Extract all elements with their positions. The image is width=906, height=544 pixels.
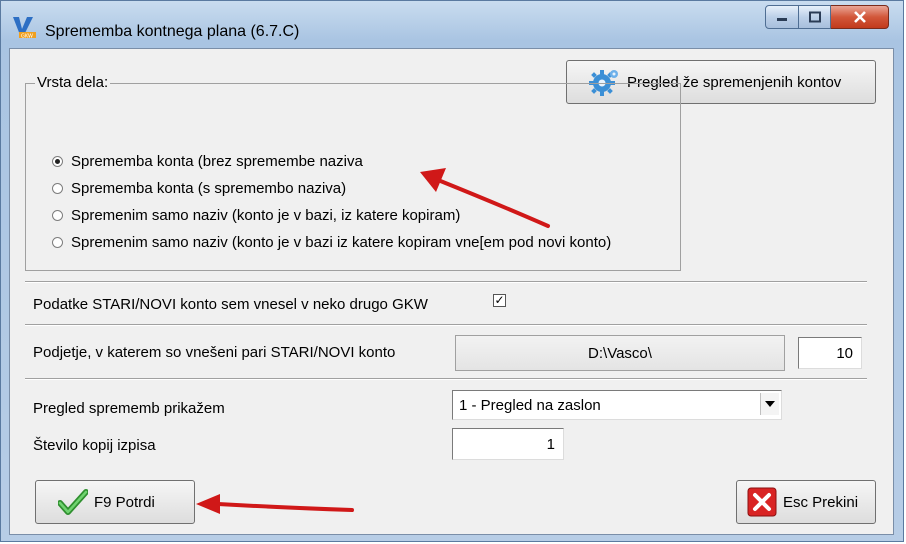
review-display-value: 1 - Pregled na zaslon	[459, 396, 601, 414]
window-title: Sprememba kontnega plana (6.7.C)	[45, 23, 300, 40]
close-button[interactable]	[831, 5, 889, 29]
radio-button-2[interactable]	[52, 183, 63, 194]
cancel-button[interactable]: Esc Prekini	[736, 480, 876, 524]
separator-3	[25, 378, 867, 380]
separator-1	[25, 281, 867, 283]
minimize-button[interactable]	[765, 5, 799, 29]
window-controls	[765, 5, 889, 31]
radio-option-2-label: Sprememba konta (s spremembo naziva)	[71, 180, 347, 197]
checkmark-icon	[58, 489, 88, 515]
review-display-dropdown[interactable]: 1 - Pregled na zaslon	[452, 390, 782, 420]
radio-button-3[interactable]	[52, 210, 63, 221]
other-gkw-checkbox[interactable]: ✓	[493, 294, 506, 307]
app-logo-icon: GKW	[13, 17, 36, 40]
copies-label: Število kopij izpisa	[33, 437, 156, 454]
radio-option-1-label: Sprememba konta (brez spremembe naziva	[71, 153, 363, 170]
company-number-field[interactable]: 10	[798, 337, 862, 369]
minimize-icon	[777, 18, 787, 21]
confirm-button[interactable]: F9 Potrdi	[35, 480, 195, 524]
radio-button-1[interactable]	[52, 156, 63, 167]
work-type-group-label: Vrsta dela:	[35, 74, 111, 91]
review-display-label: Pregled sprememb prikažem	[33, 400, 225, 417]
radio-option-3[interactable]: Spremenim samo naziv (konto je v bazi, i…	[52, 207, 460, 224]
radio-option-3-label: Spremenim samo naziv (konto je v bazi, i…	[71, 207, 461, 224]
svg-text:GKW: GKW	[21, 34, 33, 40]
copies-value: 1	[546, 435, 555, 453]
title-bar[interactable]: GKW Sprememba kontnega plana (6.7.C)	[1, 1, 903, 51]
copies-field[interactable]: 1	[452, 428, 564, 460]
confirm-label: F9 Potrdi	[94, 493, 155, 511]
radio-option-4[interactable]: Spremenim samo naziv (konto je v bazi iz…	[52, 234, 611, 251]
maximize-icon	[808, 11, 821, 23]
chevron-down-icon	[765, 401, 775, 407]
radio-button-4[interactable]	[52, 237, 63, 248]
radio-option-1[interactable]: Sprememba konta (brez spremembe naziva	[52, 153, 363, 170]
maximize-button[interactable]	[799, 5, 831, 29]
company-path-button[interactable]: D:\Vasco\	[455, 335, 785, 371]
company-number-value: 10	[836, 344, 853, 362]
dropdown-toggle[interactable]	[760, 393, 779, 415]
other-gkw-label: Podatke STARI/NOVI konto sem vnesel v ne…	[33, 296, 428, 313]
separator-2	[25, 324, 867, 326]
close-icon	[853, 11, 866, 23]
radio-option-2[interactable]: Sprememba konta (s spremembo naziva)	[52, 180, 346, 197]
company-path-value: D:\Vasco\	[588, 344, 652, 362]
cancel-label: Esc Prekini	[783, 493, 859, 511]
close-x-icon	[747, 487, 777, 517]
radio-option-4-label: Spremenim samo naziv (konto je v bazi iz…	[71, 234, 612, 251]
company-label: Podjetje, v katerem so vnešeni pari STAR…	[33, 344, 396, 361]
